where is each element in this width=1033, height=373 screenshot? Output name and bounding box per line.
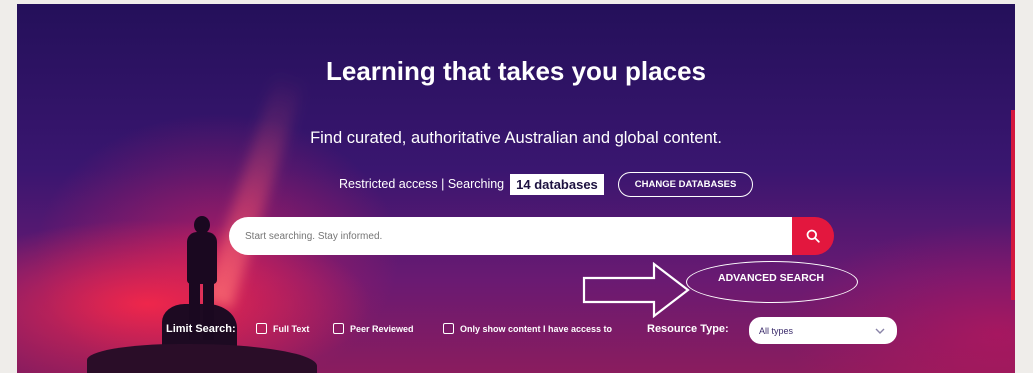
- limit-search-row: Limit Search: Full Text Peer Reviewed On…: [0, 317, 1033, 344]
- advanced-search-link[interactable]: ADVANCED SEARCH: [686, 272, 856, 284]
- resource-type-value: All types: [759, 325, 794, 336]
- checkbox-icon: [333, 323, 344, 334]
- rock-graphic: [87, 344, 317, 373]
- search-bar: [229, 217, 792, 255]
- full-text-checkbox[interactable]: Full Text: [256, 323, 309, 334]
- page-title: Learning that takes you places: [325, 56, 706, 86]
- change-databases-button[interactable]: CHANGE DATABASES: [617, 171, 754, 197]
- resource-type-label: Resource Type:: [647, 323, 729, 335]
- chevron-down-icon: [875, 328, 885, 334]
- checkbox-icon: [443, 323, 454, 334]
- search-button[interactable]: [792, 217, 834, 255]
- search-input[interactable]: [243, 229, 767, 243]
- arrow-annotation-icon: [582, 262, 690, 318]
- access-status: Restricted access | Searching: [339, 177, 505, 191]
- access-only-checkbox[interactable]: Only show content I have access to: [443, 323, 612, 334]
- limit-search-label: Limit Search:: [166, 323, 236, 335]
- databases-count-badge: 14 databases: [510, 173, 604, 195]
- access-row: Restricted access | Searching 14 databas…: [339, 171, 754, 197]
- search-icon: [806, 229, 820, 243]
- page-subtitle: Find curated, authoritative Australian a…: [310, 129, 722, 147]
- resource-type-select[interactable]: All types: [749, 317, 897, 344]
- checkbox-icon: [256, 323, 267, 334]
- peer-reviewed-checkbox[interactable]: Peer Reviewed: [333, 323, 414, 334]
